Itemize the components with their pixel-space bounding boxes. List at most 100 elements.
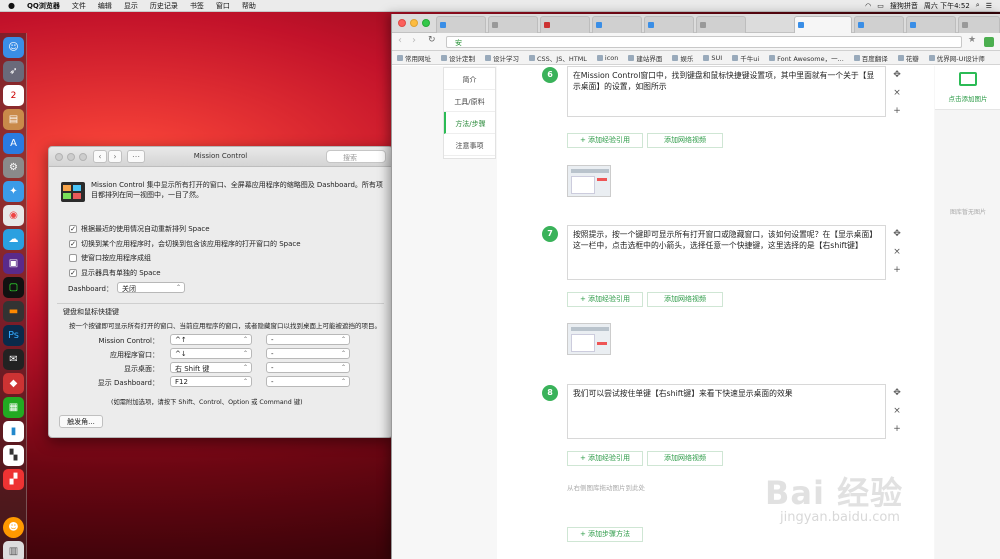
- minimize-button[interactable]: [410, 19, 418, 27]
- move-icon[interactable]: ✥: [892, 66, 902, 84]
- dashboard-select[interactable]: 关闭: [117, 282, 185, 293]
- tab-4[interactable]: [592, 16, 642, 33]
- spotlight-icon[interactable]: ⌕: [976, 1, 980, 10]
- star-icon[interactable]: ★: [968, 35, 976, 45]
- hot-corners-button[interactable]: 触发角...: [59, 415, 103, 428]
- ime-label[interactable]: 搜狗拼音: [890, 1, 918, 11]
- address-bar[interactable]: 安: [446, 36, 962, 48]
- app-store-icon[interactable]: A: [3, 133, 24, 154]
- forward-icon[interactable]: ›: [412, 35, 416, 46]
- bookmark-5[interactable]: icon: [592, 54, 623, 62]
- shortcut-key-show-desktop[interactable]: 右 Shift 键: [170, 362, 252, 373]
- apple-menu-icon[interactable]: ●: [0, 1, 21, 10]
- delete-icon[interactable]: ×: [892, 243, 902, 261]
- shortcut-mouse-app-windows[interactable]: -: [266, 348, 350, 359]
- tab-3[interactable]: [540, 16, 590, 33]
- tab-2[interactable]: [488, 16, 538, 33]
- battery-icon[interactable]: ▭: [877, 2, 884, 10]
- checkbox-checked-icon[interactable]: ✓: [69, 225, 77, 233]
- bookmark-4[interactable]: CSS、JS、HTML: [524, 53, 592, 63]
- shortcut-key-dashboard[interactable]: F12: [170, 376, 252, 387]
- grid-app-icon[interactable]: ▚: [3, 445, 24, 466]
- shortcut-mouse-show-desktop[interactable]: -: [266, 362, 350, 373]
- bookmark-1[interactable]: 常用网址: [392, 53, 436, 63]
- add-icon[interactable]: +: [892, 261, 902, 279]
- close-button[interactable]: [398, 19, 406, 27]
- add-video-button[interactable]: 添加网络视频: [647, 292, 723, 307]
- notification-icon[interactable]: ☰: [986, 2, 992, 10]
- bookmark-3[interactable]: 设计学习: [480, 53, 524, 63]
- bookmark-2[interactable]: 设计定制: [436, 53, 480, 63]
- add-method-button[interactable]: + 添加步骤方法: [567, 527, 643, 542]
- add-reference-button[interactable]: + 添加经验引用: [567, 292, 643, 307]
- bookmark-9[interactable]: 千牛ui: [727, 53, 764, 63]
- cloud-icon[interactable]: ☁: [3, 229, 24, 250]
- step-text[interactable]: 按照提示，按一个键即可显示所有打开窗口或隐藏窗口，该如何设置呢？在【显示桌面】这…: [567, 225, 886, 280]
- green-app-icon[interactable]: ▦: [3, 397, 24, 418]
- system-preferences-icon[interactable]: ⚙: [3, 157, 24, 178]
- search-field[interactable]: 搜索: [326, 150, 386, 163]
- checkbox-rearrange[interactable]: ✓ 根据最近的使用情况自动重新排列 Space: [69, 224, 210, 234]
- chart-app-icon[interactable]: ▮: [3, 421, 24, 442]
- wifi-icon[interactable]: ◠: [865, 2, 871, 10]
- add-icon[interactable]: +: [892, 420, 902, 438]
- photoshop-icon[interactable]: Ps: [3, 325, 24, 346]
- notes-icon[interactable]: ▤: [3, 109, 24, 130]
- checkbox-separate-spaces[interactable]: ✓ 显示器具有单独的 Space: [69, 268, 161, 278]
- terminal-icon[interactable]: ▢: [3, 277, 24, 298]
- step-image[interactable]: [567, 323, 611, 355]
- checkbox-unchecked-icon[interactable]: [69, 254, 77, 262]
- checkbox-switch-space[interactable]: ✓ 切换到某个应用程序时，会切换到包含该应用程序的打开窗口的 Space: [69, 239, 301, 249]
- bookmark-13[interactable]: 优界网-UI设计师: [924, 53, 990, 63]
- add-video-button[interactable]: 添加网络视频: [647, 133, 723, 148]
- checkbox-checked-icon[interactable]: ✓: [69, 269, 77, 277]
- bookmark-11[interactable]: 百度翻译: [849, 53, 893, 63]
- add-reference-button[interactable]: + 添加经验引用: [567, 133, 643, 148]
- checkbox-group-windows[interactable]: 使窗口按应用程序成组: [69, 253, 151, 263]
- red-app-icon[interactable]: ◆: [3, 373, 24, 394]
- orange-app-icon[interactable]: ☻: [3, 517, 24, 538]
- refresh-icon[interactable]: ↻: [428, 35, 436, 45]
- shortcut-key-app-windows[interactable]: ^↓: [170, 348, 252, 359]
- step-text[interactable]: 我们可以尝试按住单键【右shift键】来看下快速显示桌面的效果: [567, 384, 886, 439]
- purple-app-icon[interactable]: ▣: [3, 253, 24, 274]
- tab-6[interactable]: [696, 16, 746, 33]
- tab-8[interactable]: [906, 16, 956, 33]
- tab-5[interactable]: [644, 16, 694, 33]
- tab-7[interactable]: [854, 16, 904, 33]
- menu-window[interactable]: 窗口: [210, 1, 236, 11]
- move-icon[interactable]: ✥: [892, 225, 902, 243]
- dark-app-icon[interactable]: ✉: [3, 349, 24, 370]
- menu-view[interactable]: 显示: [118, 1, 144, 11]
- tab-1[interactable]: [436, 16, 486, 33]
- launchpad-icon[interactable]: ➶: [3, 61, 24, 82]
- bookmark-10[interactable]: Font Awesome，一...: [764, 53, 849, 63]
- delete-icon[interactable]: ×: [892, 84, 902, 102]
- zoom-button[interactable]: [422, 19, 430, 27]
- red-grid-app-icon[interactable]: ▞: [3, 469, 24, 490]
- step-text[interactable]: 在Mission Control窗口中，找到键盘和鼠标快捷键设置项，其中里面就有…: [567, 66, 886, 117]
- chrome-icon[interactable]: ◉: [3, 205, 24, 226]
- delete-icon[interactable]: ×: [892, 402, 902, 420]
- bookmark-8[interactable]: SUI: [698, 54, 727, 62]
- nav-notes[interactable]: 注意事项: [444, 134, 495, 156]
- back-icon[interactable]: ‹: [398, 35, 402, 46]
- add-reference-button[interactable]: + 添加经验引用: [567, 451, 643, 466]
- bookmark-7[interactable]: 娱乐: [667, 53, 698, 63]
- tab-9[interactable]: [958, 16, 1000, 33]
- menu-help[interactable]: 帮助: [236, 1, 262, 11]
- add-icon[interactable]: +: [892, 102, 902, 120]
- shortcut-key-mission-control[interactable]: ^↑: [170, 334, 252, 345]
- illustrator-icon[interactable]: ▬: [3, 301, 24, 322]
- bookmark-6[interactable]: 建站界面: [623, 53, 667, 63]
- add-video-button[interactable]: 添加网络视频: [647, 451, 723, 466]
- menu-edit[interactable]: 编辑: [92, 1, 118, 11]
- shortcut-mouse-dashboard[interactable]: -: [266, 376, 350, 387]
- bookmark-12[interactable]: 花瓣: [893, 53, 924, 63]
- trash-icon[interactable]: ▥: [3, 541, 24, 559]
- extension-icon[interactable]: [984, 37, 994, 47]
- nav-intro[interactable]: 简介: [444, 68, 495, 90]
- safari-icon[interactable]: ✦: [3, 181, 24, 202]
- clock[interactable]: 周六 下午4:52: [924, 1, 970, 11]
- step-image[interactable]: [567, 165, 611, 197]
